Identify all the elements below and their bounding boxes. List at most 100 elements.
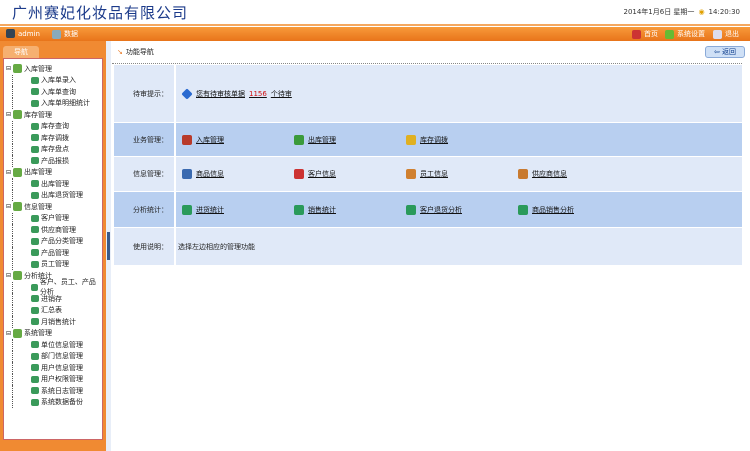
tree-item[interactable]: 入库单录入 [12,74,100,86]
header-divider [0,24,750,26]
tree-item-label: 汇总表 [41,306,62,315]
collapse-icon[interactable]: ⊟ [6,272,11,279]
tree-item[interactable]: 产品报损 [12,155,100,167]
page-icon [31,191,39,199]
tree-item-label: 进销存 [41,294,62,303]
splitter-handle[interactable] [107,232,110,260]
tree-item-label: 出库管理 [41,179,69,188]
page-icon [31,306,39,314]
stats-link[interactable]: 销售统计 [294,204,406,215]
tree-item[interactable]: 系统数据备份 [12,396,100,408]
stats-link[interactable]: 客户退货分析 [406,204,518,215]
nav-tab[interactable]: 导航 [3,46,39,58]
link-label: 销售统计 [308,205,336,214]
tree-item[interactable]: 出库退货管理 [12,189,100,201]
settings-icon [665,29,674,39]
logout-link[interactable]: 退出 [713,29,739,39]
tree-item-label: 单位信息管理 [41,340,83,349]
info-icon [182,169,192,179]
link-label: 供应商信息 [532,170,567,178]
stats-link[interactable]: 进货统计 [182,204,294,215]
stats-icon [294,204,304,215]
tree-group-label: 库存管理 [24,110,53,119]
info-row: 信息管理： 商品信息 客户信息 员工信息 供应商信息 [114,157,742,191]
folder-icon [13,328,23,338]
tree-item[interactable]: 用户信息管理 [12,362,100,374]
folder-icon [13,110,23,120]
logout-icon [713,29,722,39]
info-link[interactable]: 员工信息 [406,169,518,179]
tree-item[interactable]: 入库单明细统计 [12,97,100,109]
tree-group[interactable]: ⊟ 系统管理 [6,328,100,340]
tree-item-label: 产品报损 [41,156,69,165]
info-link[interactable]: 商品信息 [182,169,294,179]
collapse-icon[interactable]: ⊟ [6,169,11,176]
stats-link[interactable]: 商品销售分析 [518,204,630,215]
back-arrow-icon: ⇦ [713,48,720,56]
tree-item[interactable]: 客户管理 [12,212,100,224]
tree-item[interactable]: 出库管理 [12,178,100,190]
tree-group[interactable]: ⊟ 信息管理 [6,201,100,213]
settings-link[interactable]: 系统设置 [665,29,705,39]
clock-icon: ◉ [698,8,705,16]
info-icon [294,169,304,179]
role-icon [52,29,61,39]
folder-icon [13,167,23,177]
tree-group[interactable]: ⊟ 入库管理 [6,63,100,75]
back-button[interactable]: ⇦ 返回 [705,46,745,58]
tree-item[interactable]: 库存盘点 [12,143,100,155]
business-link[interactable]: 出库管理 [294,134,406,145]
tree-item[interactable]: 入库单查询 [12,86,100,98]
tree-item[interactable]: 系统日志管理 [12,385,100,397]
page-icon [31,295,39,303]
tree-group[interactable]: ⊟ 库存管理 [6,109,100,121]
tree-item-label: 入库单录入 [41,76,76,85]
tree-item[interactable]: 库存查询 [12,120,100,132]
breadcrumb-label: 功能导航 [125,48,154,56]
tree-item[interactable]: 月销售统计 [12,316,100,328]
link-label: 入库管理 [196,135,224,144]
tree-item[interactable]: 产品管理 [12,247,100,259]
folder-icon [13,64,23,74]
tree-item[interactable]: 客户、员工、产品分析 [12,278,100,296]
collapse-icon[interactable]: ⊟ [6,203,11,210]
date-time: 2014年1月6日 星期一 ◉ 14:20:30 [619,7,740,17]
business-link[interactable]: 库存调拨 [406,134,518,145]
tree-item[interactable]: 产品分类管理 [12,235,100,247]
diamond-icon [181,87,193,100]
page-icon [31,364,39,372]
folder-icon [13,271,23,281]
tree-item[interactable]: 部门信息管理 [12,350,100,362]
tree-item[interactable]: 员工管理 [12,258,100,270]
tree-item[interactable]: 单位信息管理 [12,339,100,351]
info-link[interactable]: 客户信息 [294,169,406,179]
pending-label: 待审提示： [114,65,176,122]
info-link[interactable]: 供应商信息 [518,169,630,179]
business-link[interactable]: 入库管理 [182,134,294,145]
tree-item[interactable]: 库存调拨 [12,132,100,144]
collapse-icon[interactable]: ⊟ [6,330,11,337]
tree-item[interactable]: 汇总表 [12,304,100,316]
header: 广州赛妃化妆品有限公司 2014年1月6日 星期一 ◉ 14:20:30 [0,0,750,24]
page-icon [31,122,39,130]
tree-item[interactable]: 用户权限管理 [12,373,100,385]
help-row: 使用说明： 选择左边相应的管理功能 [114,228,742,265]
pending-suffix: 个待审 [270,89,292,98]
collapse-icon[interactable]: ⊟ [6,65,11,72]
page-icon [31,76,39,84]
collapse-icon[interactable]: ⊟ [6,111,11,118]
back-label: 返回 [722,48,737,56]
home-link[interactable]: 首页 [632,29,658,39]
tree-item-label: 库存调拨 [41,133,69,142]
page-icon [31,226,39,234]
stats-icon [182,204,192,215]
tree-item[interactable]: 供应商管理 [12,224,100,236]
role-label: 数据 [64,30,78,38]
pending-row: 待审提示： 您有待审核单据 1156 个待审 [114,65,742,122]
page-icon [31,260,39,268]
page-icon [31,237,39,245]
pending-link[interactable]: 您有待审核单据 1156 个待审 [181,87,292,100]
tree-group[interactable]: ⊟ 出库管理 [6,167,100,179]
breadcrumb: ↘ 功能导航 [117,47,154,57]
info-label: 信息管理： [114,157,176,191]
